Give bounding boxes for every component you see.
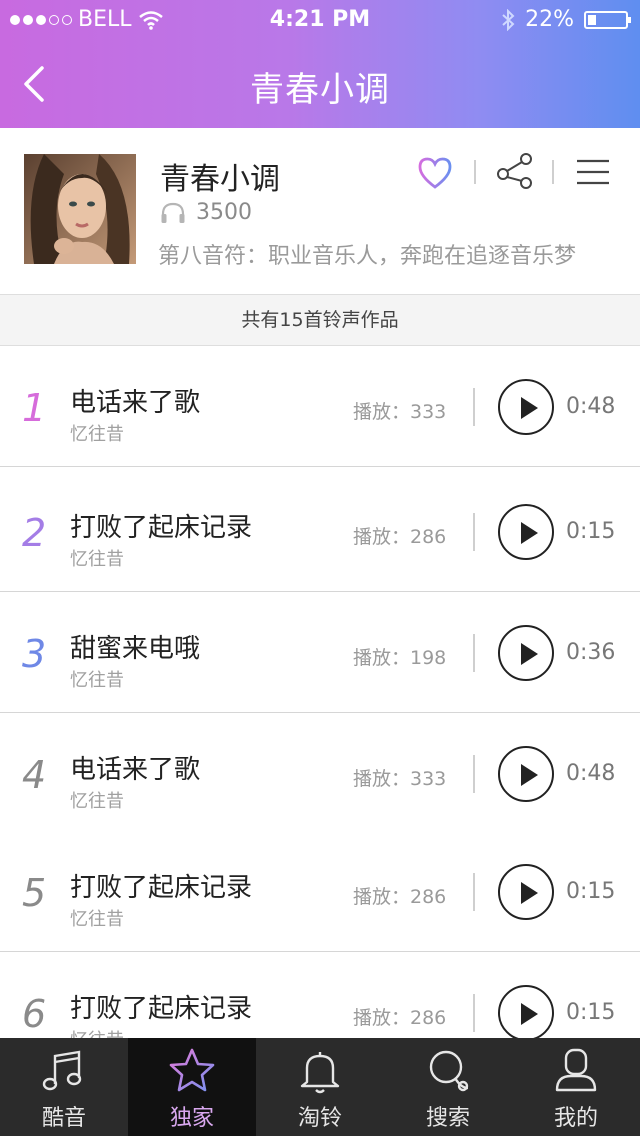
song-duration: 0:48 [566, 394, 616, 419]
play-button[interactable] [498, 864, 554, 920]
song-artist: 忆往昔 [70, 670, 124, 691]
battery-percent: 22% [525, 7, 574, 32]
song-title: 打败了起床记录 [70, 873, 253, 903]
song-row[interactable]: 5 打败了起床记录忆往昔 播放：286 0:15 [0, 831, 640, 952]
song-row[interactable]: 3 甜蜜来电哦忆往昔 播放：198 0:36 [0, 592, 640, 713]
song-artist: 忆往昔 [70, 791, 124, 812]
music-note-icon [42, 1050, 82, 1091]
user-icon [555, 1048, 597, 1092]
song-play-count: 播放：333 [353, 401, 447, 423]
song-rank: 2 [22, 511, 47, 555]
song-title: 甜蜜来电哦 [70, 634, 201, 664]
song-rank: 5 [22, 871, 47, 915]
nav-bar: 青春小调 [0, 40, 640, 128]
song-artist: 忆往昔 [70, 909, 124, 930]
search-icon [429, 1050, 469, 1092]
song-duration: 0:15 [566, 1000, 616, 1025]
header: BELL 4:21 PM 22% 青春小调 [0, 0, 640, 128]
divider [552, 160, 554, 184]
artist-name: 青春小调 [160, 162, 280, 197]
play-icon [521, 643, 538, 665]
play-icon [521, 882, 538, 904]
ringtone-count: 共有15首铃声作品 [0, 294, 640, 346]
play-button[interactable] [498, 746, 554, 802]
tab-music-note[interactable]: 酷音 [0, 1038, 128, 1136]
tab-user[interactable]: 我的 [512, 1038, 640, 1136]
tab-label: 搜索 [425, 1106, 470, 1131]
play-button[interactable] [498, 985, 554, 1041]
divider [473, 634, 475, 672]
song-artist: 忆往昔 [70, 549, 124, 570]
song-duration: 0:15 [566, 879, 616, 904]
tab-bar: 酷音 独家 淘铃 搜索 我的 [0, 1038, 640, 1136]
song-title: 打败了起床记录 [70, 513, 253, 543]
status-right: 22% [501, 7, 631, 32]
bluetooth-icon [502, 8, 515, 31]
bell-icon [300, 1052, 340, 1094]
song-title: 电话来了歌 [70, 388, 201, 418]
menu-icon[interactable] [576, 158, 610, 186]
tab-label: 淘铃 [297, 1106, 342, 1131]
divider [473, 755, 475, 793]
song-row[interactable]: 4 电话来了歌忆往昔 播放：333 0:48 [0, 713, 640, 834]
song-title: 电话来了歌 [70, 755, 201, 785]
star-icon [169, 1048, 215, 1092]
tab-label: 酷音 [41, 1106, 86, 1131]
song-duration: 0:15 [566, 519, 616, 544]
play-icon [521, 397, 538, 419]
song-rank: 4 [22, 753, 47, 797]
song-duration: 0:36 [566, 640, 616, 665]
tab-label: 我的 [553, 1106, 598, 1131]
page-title: 青春小调 [250, 70, 390, 110]
tab-search[interactable]: 搜索 [384, 1038, 512, 1136]
song-rank: 3 [22, 632, 47, 676]
song-rank: 1 [22, 386, 47, 430]
song-title: 打败了起床记录 [70, 994, 253, 1024]
play-count-value: 3500 [196, 200, 252, 225]
headphones-icon [161, 202, 185, 223]
tab-bell[interactable]: 淘铃 [256, 1038, 384, 1136]
play-icon [521, 522, 538, 544]
song-artist: 忆往昔 [70, 424, 124, 445]
song-play-count: 播放：286 [353, 1007, 447, 1029]
battery-icon [584, 10, 631, 29]
divider [473, 513, 475, 551]
song-play-count: 播放：333 [353, 768, 447, 790]
play-button[interactable] [498, 504, 554, 560]
tab-star[interactable]: 独家 [128, 1038, 256, 1136]
divider [473, 388, 475, 426]
play-button[interactable] [498, 625, 554, 681]
avatar[interactable] [24, 154, 136, 264]
song-duration: 0:48 [566, 761, 616, 786]
artist-description: 第八音符：职业音乐人，奔跑在追逐音乐梦 [158, 244, 577, 269]
status-bar: BELL 4:21 PM 22% [0, 0, 640, 40]
divider [473, 994, 475, 1032]
tab-label: 独家 [169, 1106, 214, 1131]
song-row[interactable]: 1 电话来了歌忆往昔 播放：333 0:48 [0, 346, 640, 467]
song-play-count: 播放：286 [353, 886, 447, 908]
divider [473, 873, 475, 911]
share-icon[interactable] [496, 152, 534, 190]
play-icon [521, 764, 538, 786]
song-play-count: 播放：198 [353, 647, 447, 669]
play-icon [521, 1003, 538, 1025]
artist-profile: 青春小调 3500 第八音符：职业音乐人，奔跑在追逐音乐梦 [0, 128, 640, 294]
artist-play-count: 3500 [160, 200, 252, 225]
play-button[interactable] [498, 379, 554, 435]
song-play-count: 播放：286 [353, 526, 447, 548]
favorite-heart-icon[interactable] [417, 156, 453, 190]
song-row[interactable]: 2 打败了起床记录忆往昔 播放：286 0:15 [0, 471, 640, 592]
song-rank: 6 [22, 992, 47, 1036]
divider [474, 160, 476, 184]
